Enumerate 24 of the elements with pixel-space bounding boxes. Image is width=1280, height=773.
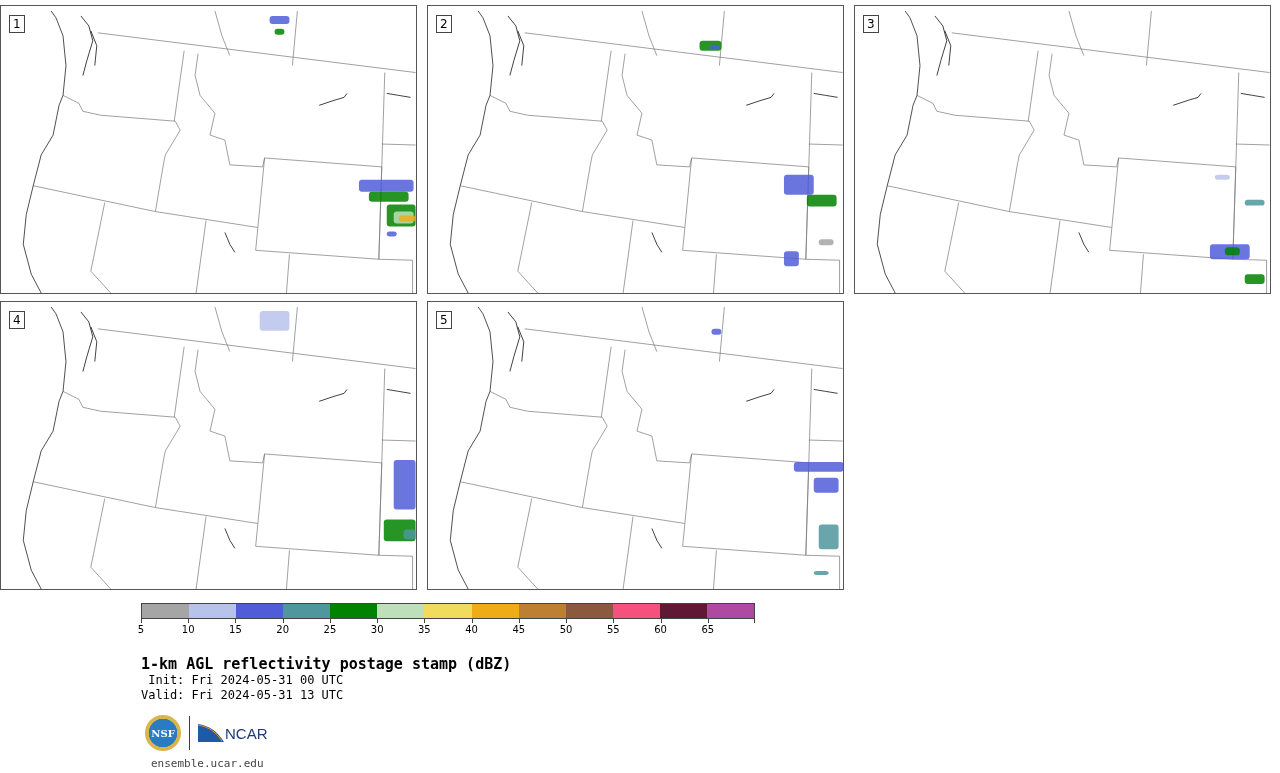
scale-tick-label: 5: [137, 623, 145, 635]
scale-tick-label: 55: [606, 623, 620, 635]
ncar-logo: NCAR: [198, 724, 268, 742]
scale-tick-label: 40: [465, 623, 478, 635]
scale-tick-label: 25: [323, 623, 337, 635]
scale-tick-label: 15: [229, 623, 242, 635]
nsf-logo: NSF: [145, 715, 181, 751]
scale-tick-label: 20: [276, 623, 290, 635]
panel-number: 2: [436, 15, 452, 33]
scale-tick-label: 30: [370, 623, 384, 635]
scale-tick-label: 60: [654, 623, 667, 635]
panel-number: 1: [9, 15, 25, 33]
scale-tick-label: 35: [418, 623, 431, 635]
website-url: ensemble.ucar.edu: [151, 757, 265, 770]
scale-tick-label: 65: [701, 623, 715, 635]
init-time: Init: Fri 2024-05-31 00 UTC: [147, 673, 345, 688]
valid-time: Valid: Fri 2024-05-31 13 UTC: [141, 688, 345, 703]
panel-number: 5: [436, 311, 452, 329]
scale-tick-label: 10: [181, 623, 195, 635]
scale-tick-label: 45: [512, 623, 526, 635]
panel-number: 4: [9, 311, 25, 329]
scale-tick-label: 50: [559, 623, 573, 635]
panel-number: 3: [863, 15, 879, 33]
chart-title: 1-km AGL reflectivity postage stamp (dBZ): [141, 655, 513, 673]
